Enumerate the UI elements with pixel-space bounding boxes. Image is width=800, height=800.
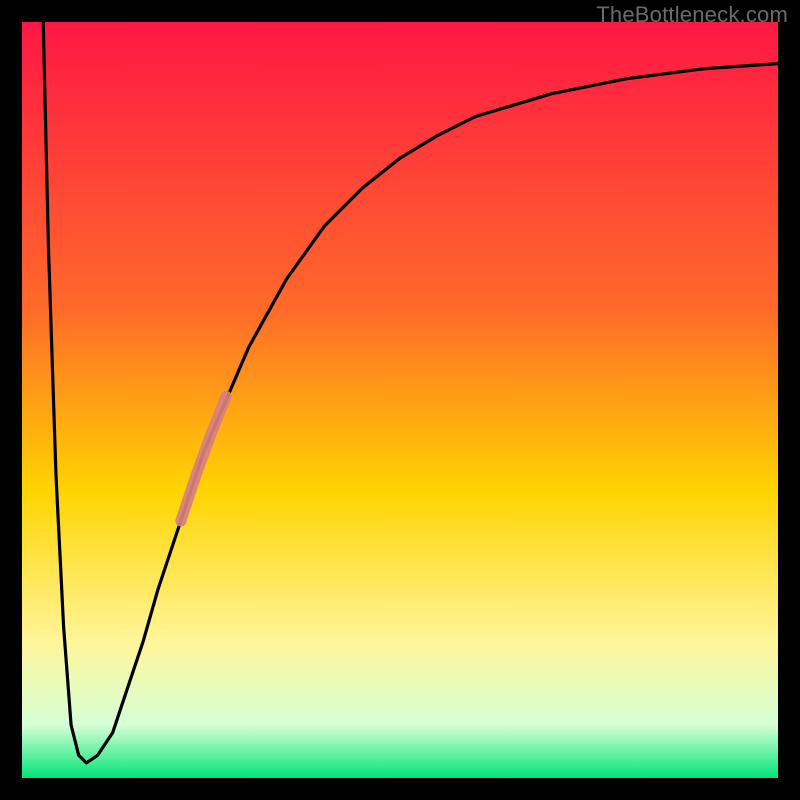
- chart-svg: [22, 22, 778, 778]
- chart-frame: TheBottleneck.com: [0, 0, 800, 800]
- watermark-text: TheBottleneck.com: [596, 2, 788, 28]
- plot-area: [22, 22, 778, 778]
